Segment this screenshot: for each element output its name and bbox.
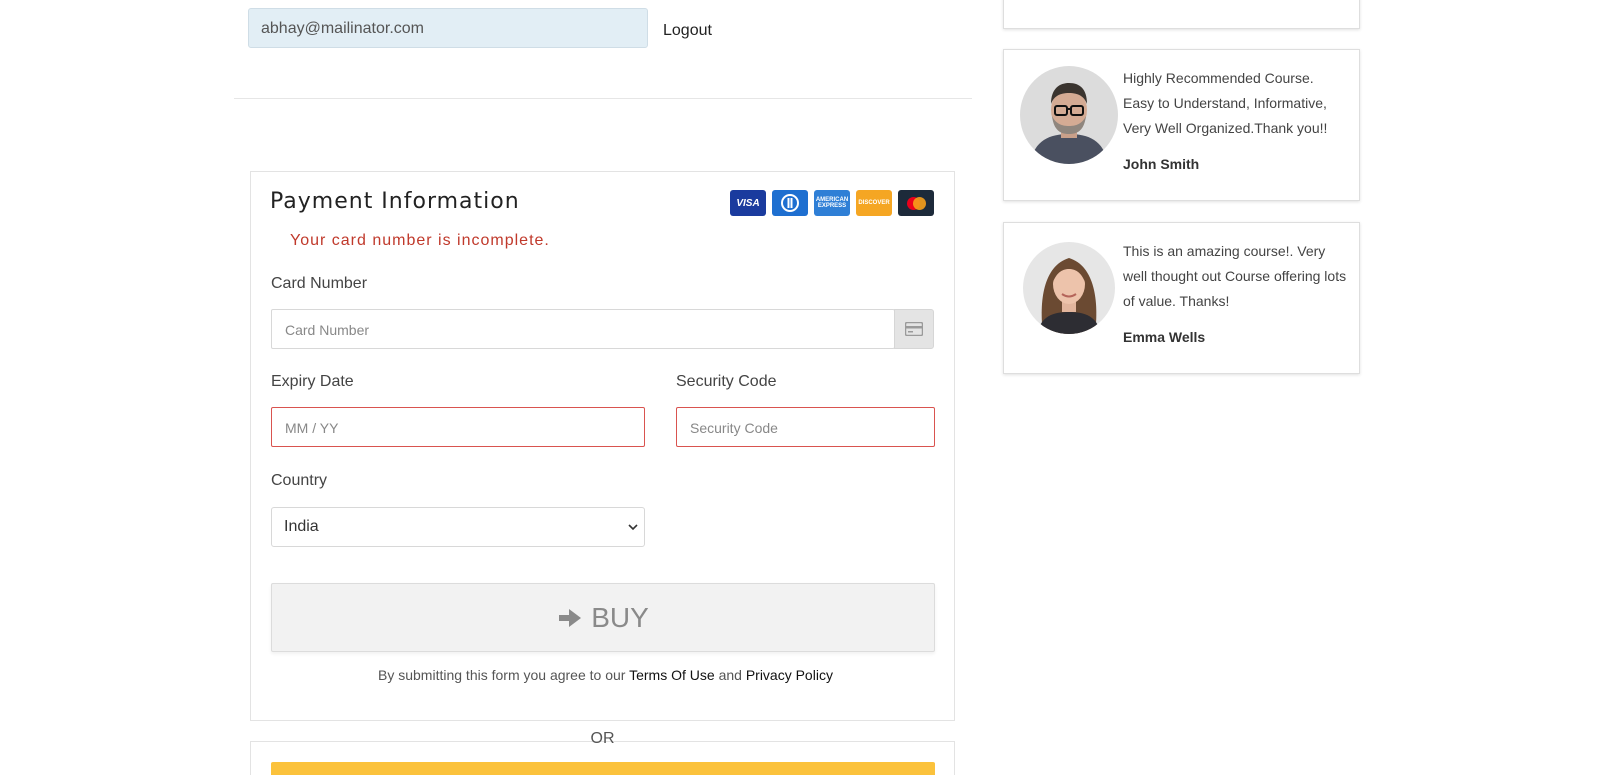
avatar bbox=[1020, 66, 1118, 164]
payment-title: Payment Information bbox=[270, 189, 520, 214]
avatar bbox=[1023, 242, 1115, 334]
country-value: India bbox=[284, 518, 319, 535]
terms-of-use-link[interactable]: Terms Of Use bbox=[629, 667, 715, 683]
email-field[interactable]: abhay@mailinator.com bbox=[248, 8, 648, 48]
diners-club-icon bbox=[772, 190, 808, 216]
testimonial-text: This is an amazing course!. Very well th… bbox=[1123, 243, 1347, 309]
expiry-date-input[interactable]: MM / YY bbox=[271, 407, 645, 447]
terms-text: By submitting this form you agree to our… bbox=[378, 667, 833, 683]
paypal-button[interactable] bbox=[271, 762, 935, 775]
testimonial-card: Highly Recommended Course. Easy to Under… bbox=[1003, 49, 1360, 201]
country-label: Country bbox=[271, 472, 328, 489]
card-icon-button bbox=[894, 309, 934, 349]
divider bbox=[234, 98, 972, 99]
card-number-input[interactable]: Card Number bbox=[271, 309, 895, 349]
credit-card-icon bbox=[905, 322, 923, 336]
buy-label: BUY bbox=[591, 601, 649, 633]
accepted-cards: VISA AMERICAN EXPRESS DISCOVER bbox=[730, 190, 934, 216]
card-number-label: Card Number bbox=[271, 275, 368, 292]
mastercard-icon bbox=[898, 190, 934, 216]
logout-link[interactable]: Logout bbox=[663, 22, 712, 40]
or-divider: OR bbox=[250, 730, 955, 750]
security-code-label: Security Code bbox=[676, 373, 777, 390]
testimonial-card bbox=[1003, 0, 1360, 29]
testimonial-author: Emma Wells bbox=[1123, 329, 1206, 345]
testimonial-text: Highly Recommended Course. Easy to Under… bbox=[1123, 70, 1328, 136]
chevron-down-icon bbox=[628, 524, 638, 531]
or-label: OR bbox=[590, 730, 615, 747]
privacy-policy-link[interactable]: Privacy Policy bbox=[746, 667, 833, 683]
testimonial-card: This is an amazing course!. Very well th… bbox=[1003, 222, 1360, 374]
security-code-input[interactable]: Security Code bbox=[676, 407, 935, 447]
american-express-icon: AMERICAN EXPRESS bbox=[814, 190, 850, 216]
visa-icon: VISA bbox=[730, 190, 766, 216]
expiry-date-label: Expiry Date bbox=[271, 373, 354, 390]
country-select[interactable]: India bbox=[271, 507, 645, 547]
buy-button[interactable]: BUY bbox=[271, 583, 935, 652]
testimonial-author: John Smith bbox=[1123, 156, 1200, 172]
arrow-right-icon bbox=[559, 608, 582, 627]
card-error-message: Your card number is incomplete. bbox=[290, 232, 550, 249]
discover-icon: DISCOVER bbox=[856, 190, 892, 216]
